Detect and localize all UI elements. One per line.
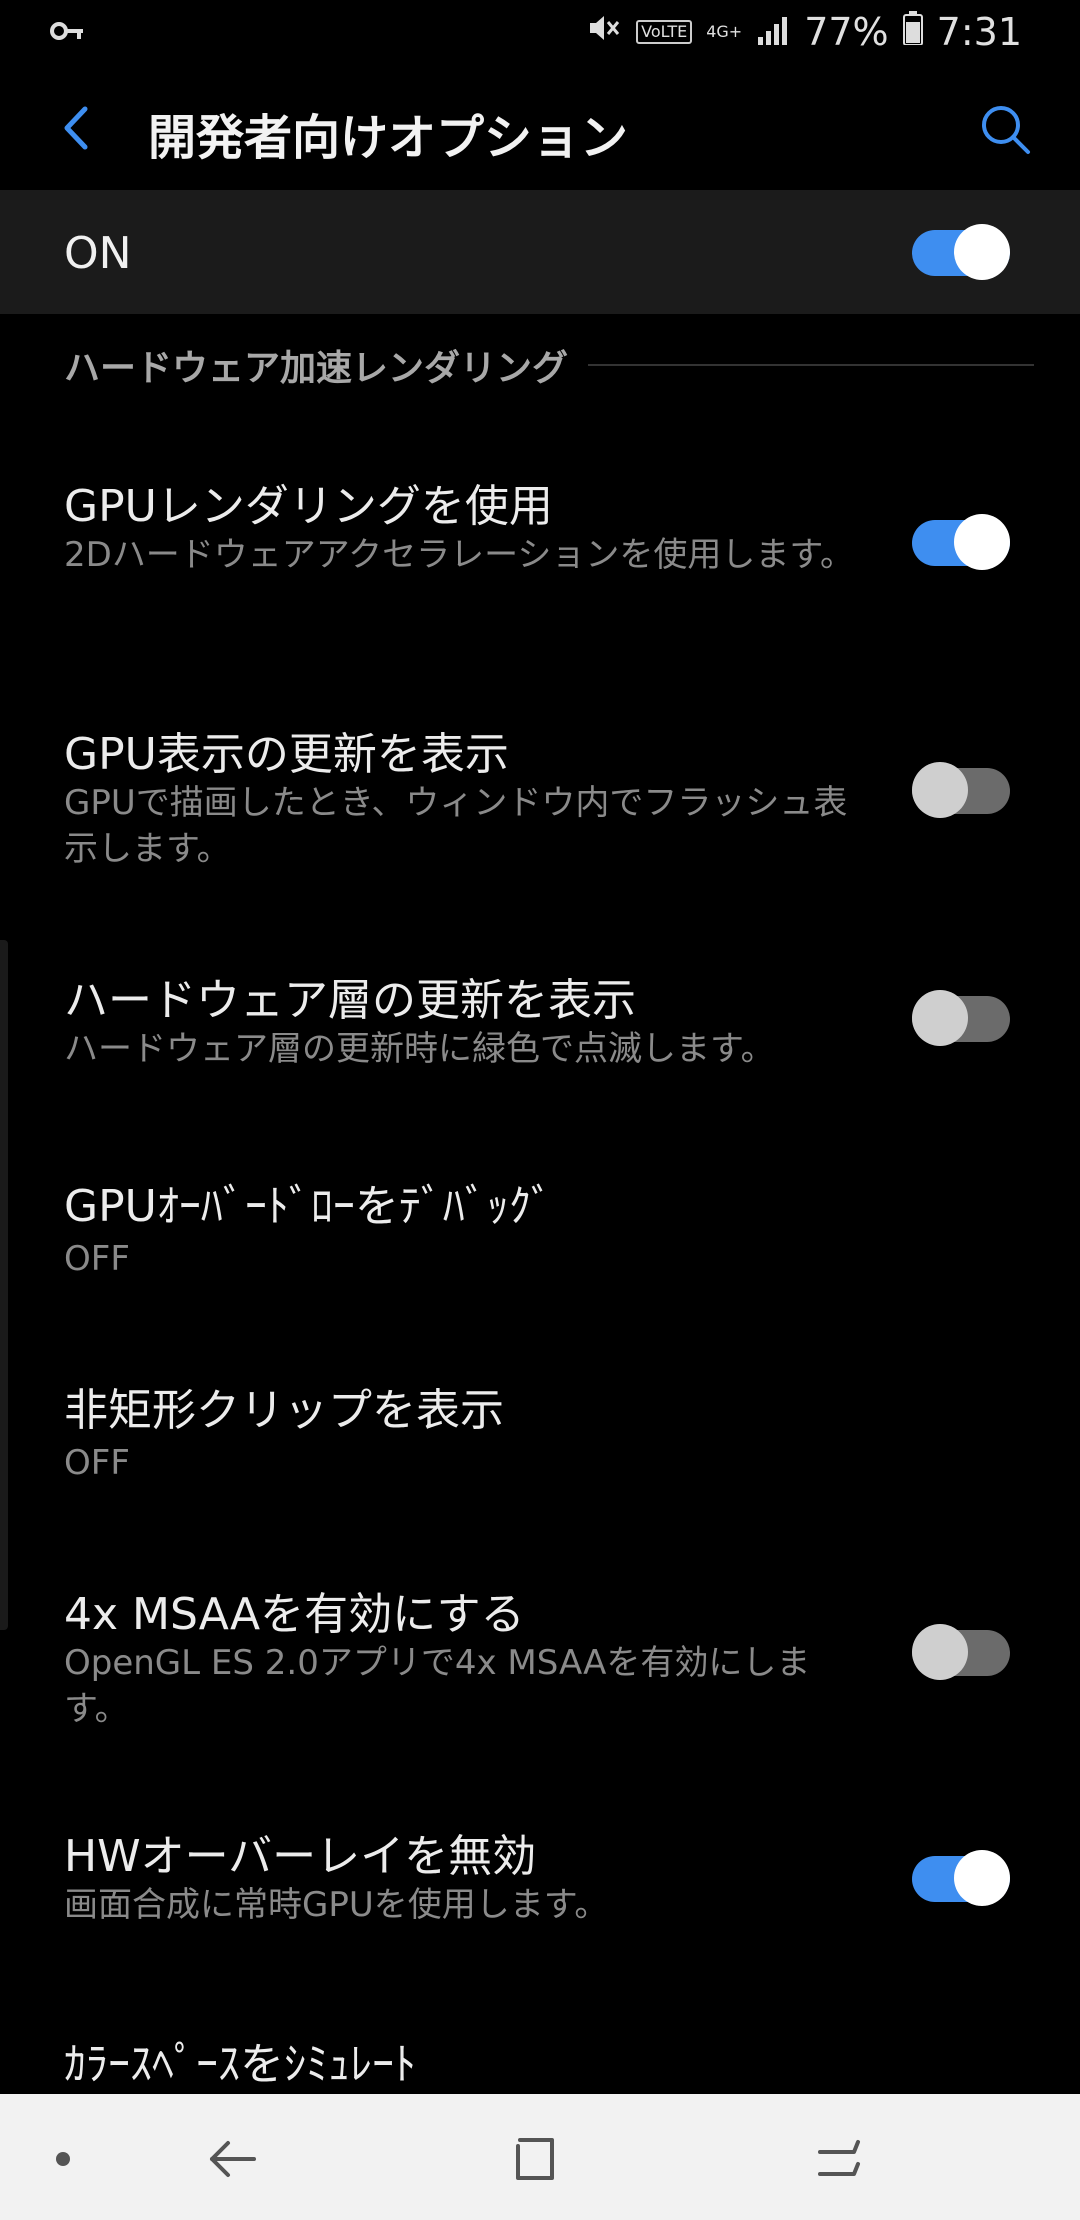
setting-title: GPU表示の更新を表示: [64, 729, 509, 780]
setting-debug-gpu-overdraw[interactable]: GPUｵｰﾊﾞｰﾄﾞﾛｰをﾃﾞﾊﾞｯｸﾞ OFF: [0, 1156, 1080, 1316]
setting-simulate-color-space[interactable]: ｶﾗｰｽﾍﾟｰｽをｼﾐｭﾚｰﾄ: [0, 2010, 1080, 2094]
status-bar: VoLTE 4G+ 77% 7:31: [0, 0, 1080, 68]
gpu-rendering-toggle[interactable]: [912, 514, 1010, 570]
chevron-left-icon: [64, 106, 88, 150]
setting-subtitle: 画面合成に常時GPUを使用します。: [64, 1885, 609, 1925]
setting-title: ハードウェア層の更新を表示: [64, 975, 636, 1026]
setting-subtitle: 2Dハードウェアアクセラレーションを使用します。: [64, 535, 855, 575]
volte-badge: VoLTE: [636, 20, 693, 44]
section-divider: [588, 364, 1034, 366]
page-title: 開発者向けオプション: [148, 110, 629, 166]
master-switch-label: ON: [64, 228, 132, 279]
nav-home-button[interactable]: [500, 2124, 570, 2194]
setting-subtitle: OpenGL ES 2.0アプリで4x MSAAを有効にします。: [64, 1643, 811, 1729]
setting-title: ｶﾗｰｽﾍﾟｰｽをｼﾐｭﾚｰﾄ: [64, 2039, 416, 2090]
network-type: 4G+: [706, 22, 743, 41]
section-title: ハードウェア加速レンダリング: [64, 348, 569, 389]
nav-dot-button[interactable]: [28, 2124, 98, 2194]
setting-show-non-rect-clip[interactable]: 非矩形クリップを表示 OFF: [0, 1360, 1080, 1520]
setting-value: OFF: [64, 1239, 130, 1279]
mute-icon: [586, 10, 622, 54]
search-icon: [982, 106, 1030, 154]
vpn-key-icon: [50, 16, 86, 50]
setting-title: HWオーバーレイを無効: [64, 1831, 537, 1882]
master-toggle[interactable]: [912, 224, 1010, 280]
setting-4x-msaa[interactable]: 4x MSAAを有効にする OpenGL ES 2.0アプリで4x MSAAを有…: [0, 1564, 1080, 1764]
show-hw-layer-updates-toggle[interactable]: [912, 990, 1010, 1046]
setting-gpu-rendering[interactable]: GPUレンダリングを使用 2Dハードウェアアクセラレーションを使用します。: [0, 460, 1080, 660]
search-button[interactable]: [970, 94, 1040, 164]
status-icons: VoLTE 4G+ 77% 7:31: [586, 10, 1022, 54]
section-header: ハードウェア加速レンダリング: [64, 340, 1034, 390]
setting-subtitle: ハードウェア層の更新時に緑色で点滅します。: [64, 1029, 775, 1069]
setting-title: 4x MSAAを有効にする: [64, 1589, 525, 1640]
4x-msaa-toggle[interactable]: [912, 1624, 1010, 1680]
battery-percent: 77%: [804, 10, 889, 54]
nav-back-button[interactable]: [198, 2124, 268, 2194]
setting-title: GPUｵｰﾊﾞｰﾄﾞﾛｰをﾃﾞﾊﾞｯｸﾞ: [64, 1181, 553, 1232]
navigation-bar: [0, 2094, 1080, 2220]
signal-icon: [756, 10, 790, 54]
nav-recents-button[interactable]: [804, 2124, 874, 2194]
disable-hw-overlays-toggle[interactable]: [912, 1850, 1010, 1906]
back-arrow-icon: [210, 2141, 256, 2177]
setting-value: OFF: [64, 1443, 130, 1483]
show-gpu-updates-toggle[interactable]: [912, 762, 1010, 818]
setting-disable-hw-overlays[interactable]: HWオーバーレイを無効 画面合成に常時GPUを使用します。: [0, 1810, 1080, 1970]
home-square-icon: [516, 2138, 554, 2180]
setting-title: 非矩形クリップを表示: [64, 1385, 504, 1436]
back-button[interactable]: [44, 96, 108, 160]
master-switch-row[interactable]: ON: [0, 190, 1080, 314]
battery-icon: [902, 10, 923, 54]
scroll-indicator[interactable]: [0, 940, 8, 1630]
app-header: 開発者向けオプション: [0, 68, 1080, 188]
setting-subtitle: GPUで描画したとき、ウィンドウ内でフラッシュ表示します。: [64, 783, 848, 869]
setting-show-gpu-updates[interactable]: GPU表示の更新を表示 GPUで描画したとき、ウィンドウ内でフラッシュ表示します…: [0, 708, 1080, 908]
recents-icon: [818, 2140, 860, 2176]
setting-show-hw-layer-updates[interactable]: ハードウェア層の更新を表示 ハードウェア層の更新時に緑色で点滅します。: [0, 954, 1080, 1114]
clock: 7:31: [936, 10, 1022, 54]
setting-title: GPUレンダリングを使用: [64, 481, 553, 532]
dot-icon: [56, 2152, 70, 2166]
